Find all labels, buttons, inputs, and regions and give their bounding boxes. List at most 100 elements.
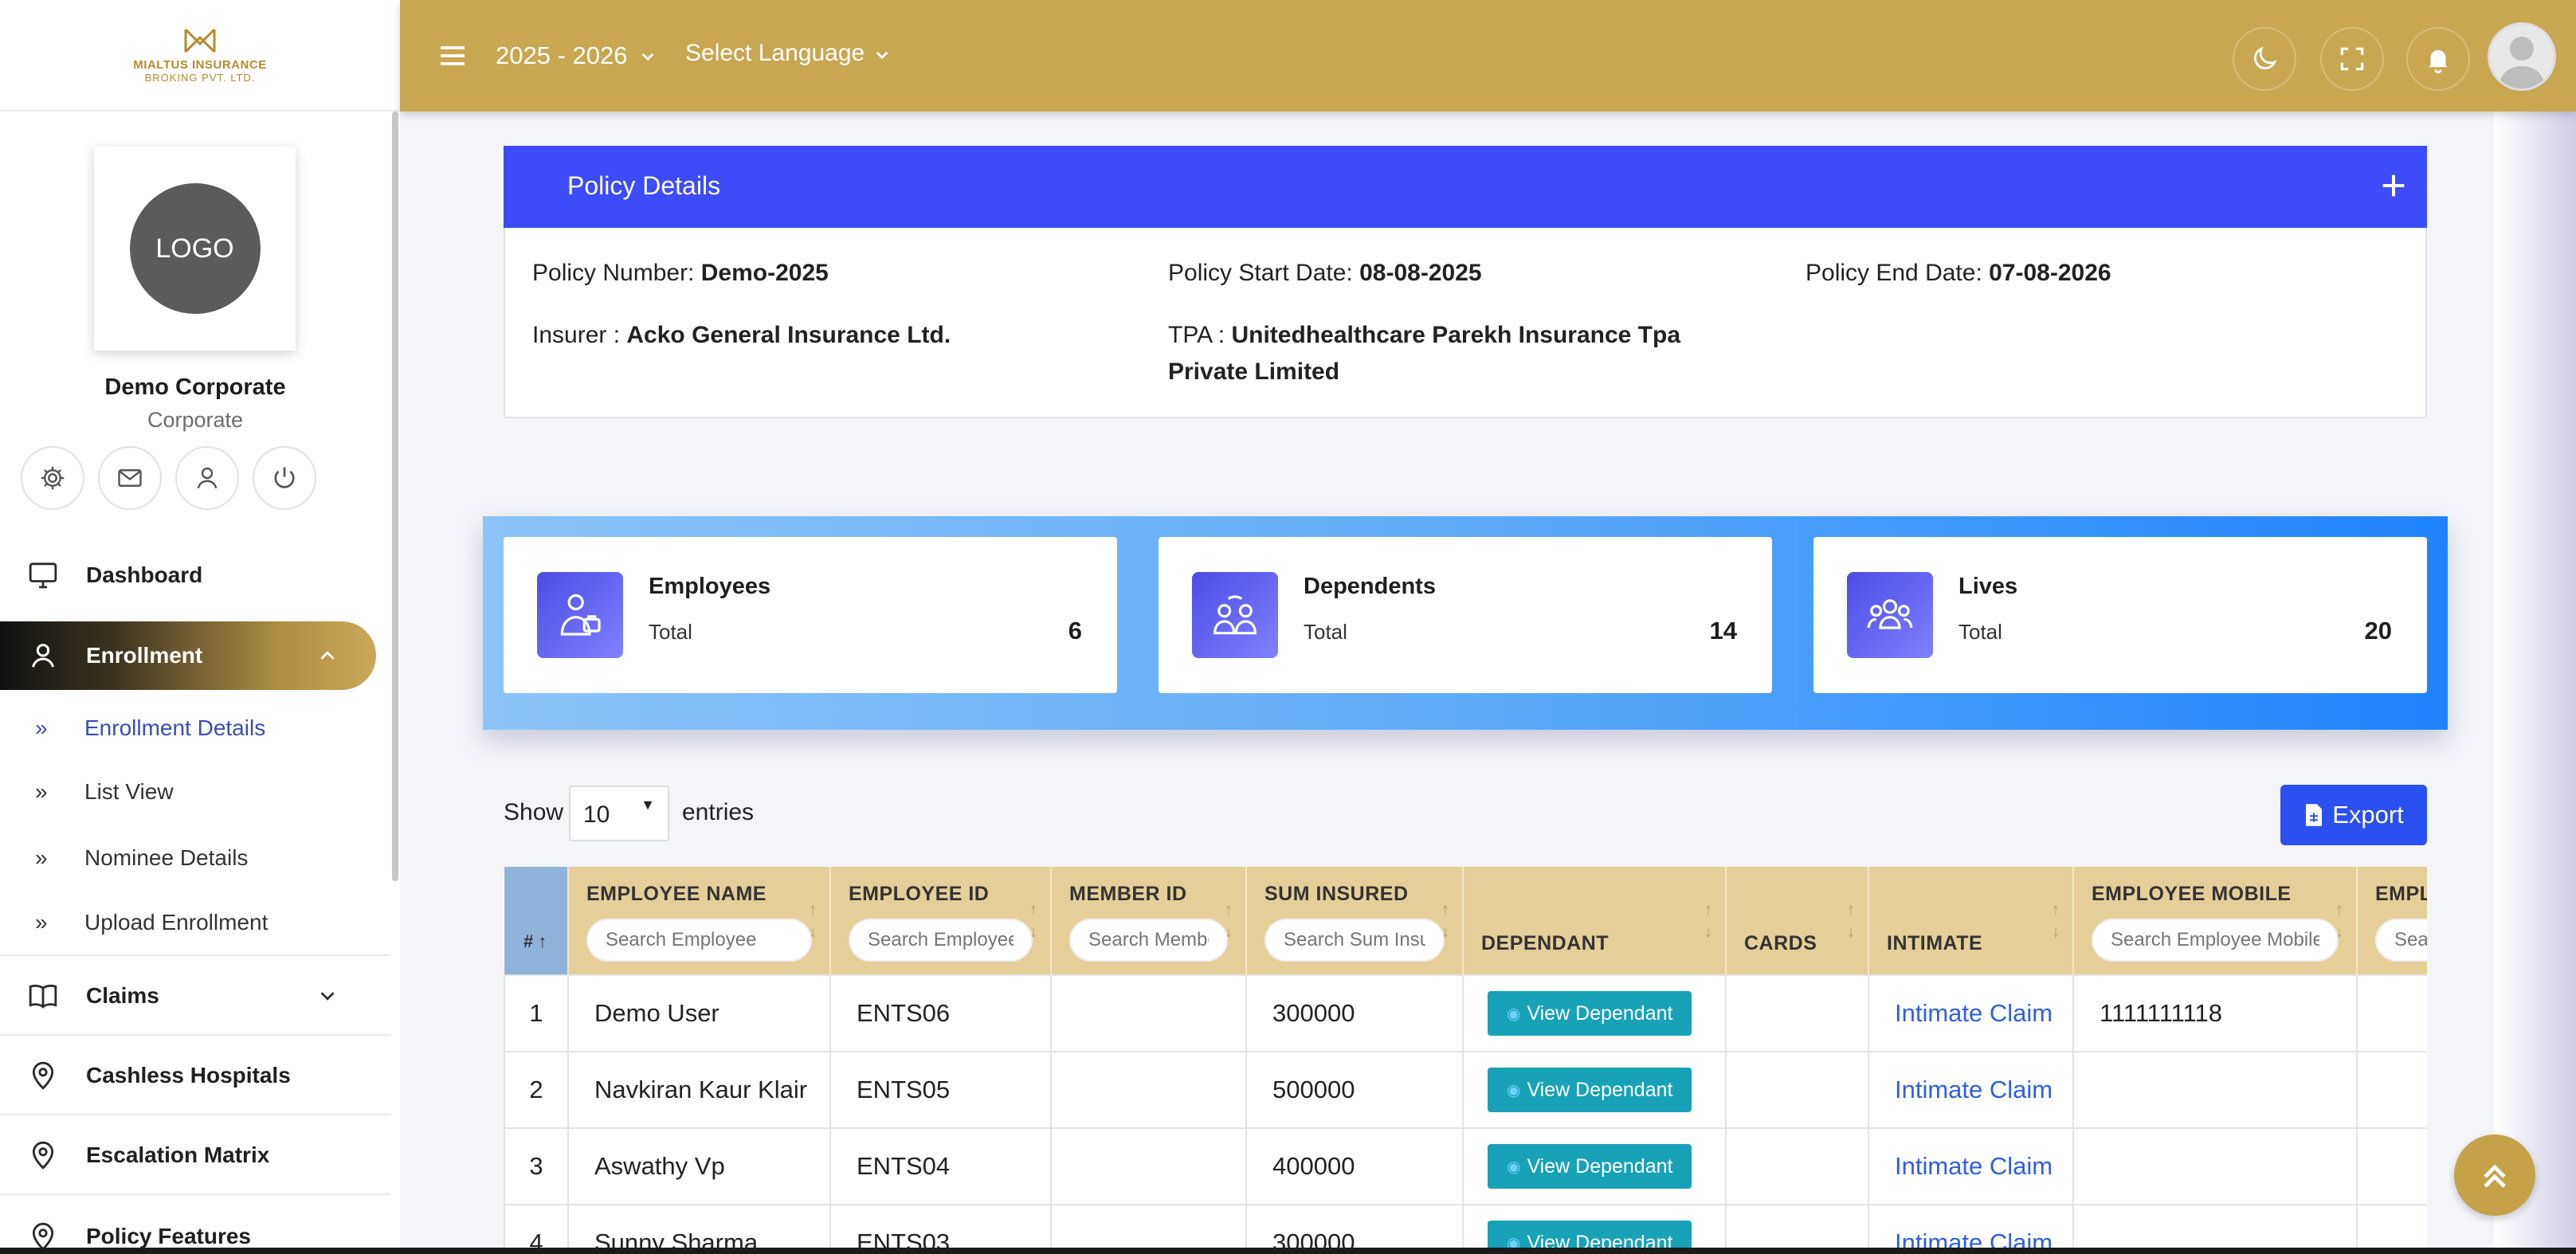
sidebar-subitem-list-view[interactable]: » List View	[0, 773, 390, 813]
mail-icon	[118, 469, 142, 487]
company-logo-card: LOGO	[94, 147, 296, 351]
moon-icon	[2253, 46, 2277, 70]
employee-mobile-cell: 1111111118	[2072, 974, 2358, 1052]
table-header-row: # ↑ EMPLOYEE NAME ↑↓ EMPLOYEE ID ↑↓ MEMB…	[504, 867, 2427, 975]
intimate-claim-link[interactable]: Intimate Claim	[1895, 1152, 2053, 1180]
employee-email-cell	[2356, 1204, 2427, 1254]
sort-icon: ↑ ↓	[1847, 901, 1855, 941]
employee-id-cell: ENTS04	[829, 1127, 1052, 1205]
chevron-down-icon[interactable]	[637, 46, 658, 67]
sidebar-item-enrollment[interactable]: Enrollment	[0, 621, 376, 690]
employee-name-cell: Demo User	[567, 974, 831, 1052]
top-bar: 2025 - 2026 Select Language	[400, 0, 2576, 112]
column-header-sum-insured[interactable]: SUM INSURED ↑↓	[1246, 867, 1464, 975]
member-id-search-input[interactable]	[1069, 919, 1228, 962]
view-dependant-button[interactable]: ◉ View Dependant	[1488, 991, 1692, 1036]
employee-email-cell	[2356, 1051, 2427, 1129]
dependents-icon	[1192, 572, 1278, 658]
intimate-claim-link[interactable]: Intimate Claim	[1895, 999, 2053, 1027]
column-header-employee-mobile[interactable]: EMPLOYEE MOBILE ↑↓	[2073, 867, 2358, 975]
window-bottom-edge	[0, 1248, 2576, 1254]
sort-icon: ↑ ↓	[2052, 901, 2060, 941]
employee-id-search-input[interactable]	[849, 919, 1033, 962]
lives-stat-value: 20	[2364, 617, 2392, 645]
policy-details-header[interactable]: Policy Details	[504, 146, 2427, 228]
policy-number-label: Policy Number:	[532, 260, 695, 286]
chevron-down-icon[interactable]	[872, 45, 892, 65]
column-header-dependant[interactable]: DEPENDANT ↑ ↓	[1463, 867, 1727, 975]
sidebar-item-cashless-hospitals[interactable]: Cashless Hospitals	[0, 1050, 390, 1101]
hamburger-menu-icon[interactable]	[437, 40, 469, 72]
fullscreen-button[interactable]	[2320, 27, 2384, 91]
policy-end-label: Policy End Date:	[1806, 260, 1982, 286]
eye-icon: ◉	[1507, 1081, 1521, 1099]
export-button[interactable]: Export	[2280, 785, 2427, 845]
sidebar-item-claims[interactable]: Claims	[0, 970, 390, 1021]
employee-name-cell: Sunny Sharma	[567, 1204, 831, 1254]
policy-start-field: Policy Start Date: 08-08-2025	[1168, 255, 1482, 292]
dark-mode-button[interactable]	[2233, 27, 2296, 91]
sum-insured-search-input[interactable]	[1264, 919, 1445, 962]
chevron-up-icon	[320, 651, 335, 660]
profile-actions	[21, 446, 316, 510]
avatar[interactable]	[2488, 22, 2556, 91]
sidebar-subitem-upload-enrollment[interactable]: » Upload Enrollment	[0, 903, 390, 943]
dependents-stat-card: Dependents Total 14	[1159, 537, 1772, 693]
map-pin-icon	[32, 1141, 54, 1170]
sort-icon: ↑ ↓	[1441, 901, 1449, 941]
policy-details-body: Policy Number: Demo-2025 Policy Start Da…	[504, 228, 2427, 418]
sum-insured-cell: 300000	[1245, 974, 1464, 1052]
employee-email-search-input[interactable]	[2375, 919, 2427, 962]
gear-icon	[41, 466, 65, 490]
dependant-cell: ◉ View Dependant	[1462, 1204, 1727, 1254]
column-header-employee-id[interactable]: EMPLOYEE ID ↑↓	[830, 867, 1052, 975]
policy-number-field: Policy Number: Demo-2025	[532, 255, 829, 292]
employees-stat-card: Employees Total 6	[504, 537, 1117, 693]
brand-mark-icon	[184, 28, 216, 53]
settings-button[interactable]	[21, 446, 84, 510]
policy-details-title: Policy Details	[567, 171, 721, 200]
column-header-employee-email[interactable]: EMPL	[2357, 867, 2427, 975]
plus-icon[interactable]	[2378, 170, 2409, 202]
logout-button[interactable]	[253, 446, 316, 510]
financial-year-select[interactable]: 2025 - 2026	[496, 41, 627, 70]
insurer-field: Insurer : Acko General Insurance Ltd.	[532, 317, 951, 354]
entries-label: entries	[682, 799, 755, 825]
employees-stat-value: 6	[1068, 617, 1082, 645]
notifications-button[interactable]	[2406, 27, 2470, 91]
tpa-label: TPA :	[1168, 322, 1225, 348]
language-select[interactable]: Select Language	[685, 40, 865, 67]
employee-name-search-input[interactable]	[586, 919, 812, 962]
dependant-cell: ◉ View Dependant	[1462, 974, 1727, 1052]
intimate-claim-link[interactable]: Intimate Claim	[1895, 1076, 2053, 1103]
profile-button[interactable]	[175, 446, 239, 510]
sidebar-item-dashboard[interactable]: Dashboard	[0, 550, 390, 601]
sidebar-item-label: Escalation Matrix	[86, 1142, 270, 1167]
tpa-value: Unitedhealthcare Parekh Insurance Tpa Pr…	[1168, 322, 1681, 385]
entries-per-page-select[interactable]: 10 ▼	[569, 786, 669, 841]
mail-button[interactable]	[98, 446, 162, 510]
policy-end-value: 07-08-2026	[1989, 260, 2111, 286]
view-dependant-button[interactable]: ◉ View Dependant	[1488, 1068, 1692, 1112]
employee-table-container[interactable]: # ↑ EMPLOYEE NAME ↑↓ EMPLOYEE ID ↑↓ MEMB…	[504, 867, 2427, 1254]
entries-value: 10	[583, 801, 610, 828]
sidebar-scrollbar[interactable]	[392, 112, 398, 881]
view-dependant-button[interactable]: ◉ View Dependant	[1488, 1144, 1692, 1189]
double-chevron-icon: »	[35, 910, 48, 935]
scroll-to-top-button[interactable]	[2454, 1134, 2535, 1216]
column-header-member-id[interactable]: MEMBER ID ↑↓	[1051, 867, 1247, 975]
row-number: 4	[504, 1204, 569, 1254]
member-id-cell	[1050, 1204, 1247, 1254]
employee-mobile-search-input[interactable]	[2092, 919, 2339, 962]
column-header-num[interactable]: # ↑	[504, 867, 569, 975]
sidebar-item-escalation-matrix[interactable]: Escalation Matrix	[0, 1130, 390, 1181]
tpa-field: TPA : Unitedhealthcare Parekh Insurance …	[1168, 317, 1758, 390]
brand-logo[interactable]: MIALTUS INSURANCE BROKING PVT. LTD.	[0, 0, 400, 112]
column-header-intimate[interactable]: INTIMATE ↑ ↓	[1868, 867, 2074, 975]
sidebar-subitem-nominee-details[interactable]: » Nominee Details	[0, 839, 390, 879]
sidebar-subitem-enrollment-details[interactable]: » Enrollment Details	[0, 709, 390, 749]
column-header-employee-name[interactable]: EMPLOYEE NAME ↑↓	[568, 867, 831, 975]
cards-cell	[1725, 1204, 1869, 1254]
monitor-icon	[29, 562, 57, 589]
column-header-cards[interactable]: CARDS ↑ ↓	[1726, 867, 1869, 975]
